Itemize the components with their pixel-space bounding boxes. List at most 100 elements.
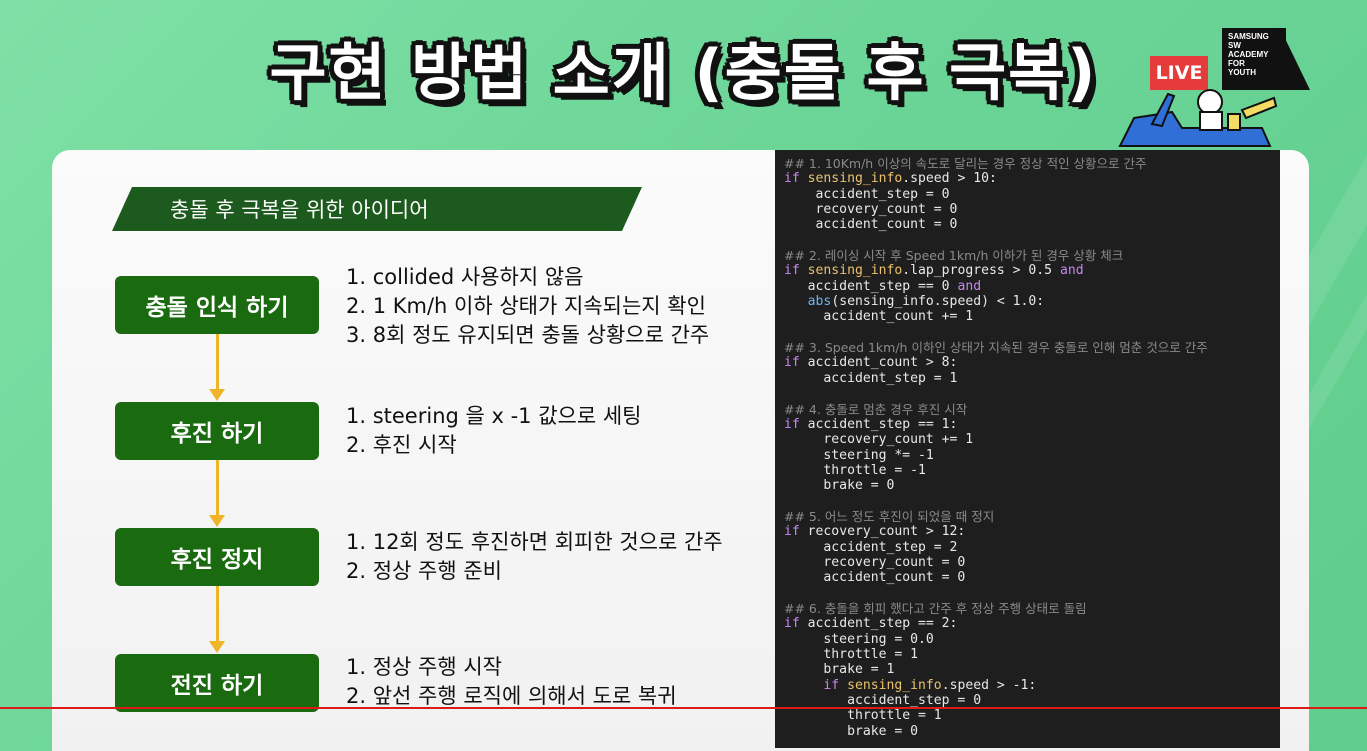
code-token: if	[784, 355, 808, 371]
code-token: throttle = 1	[784, 708, 942, 724]
list-item: 1. collided 사용하지 않음	[346, 265, 584, 289]
code-line: if accident_step == 2:	[784, 616, 1280, 631]
code-line: recovery_count += 1	[784, 432, 1280, 447]
logo-line: SAMSUNG	[1228, 32, 1269, 41]
code-comment: ## 2. 레이싱 시작 후 Speed 1km/h 이하가 된 경우 상황 체…	[784, 248, 1124, 264]
code-line: steering *= -1	[784, 448, 1280, 463]
logo-line: ACADEMY	[1228, 50, 1269, 59]
code-token: recovery_count > 12:	[807, 524, 966, 540]
samsung-academy-logo: SAMSUNG SW ACADEMY FOR YOUTH	[1222, 28, 1286, 90]
code-line: if accident_count > 8:	[784, 355, 1280, 370]
code-line: accident_step == 0 and	[784, 279, 1280, 294]
code-line: brake = 0	[784, 724, 1280, 739]
code-token: accident_count = 0	[784, 570, 966, 586]
step-reverse: 후진 하기	[115, 402, 319, 460]
code-token: .speed > 10:	[902, 171, 997, 187]
code-token: recovery_count += 1	[784, 432, 974, 448]
code-token: steering = 0.0	[784, 631, 934, 647]
flow-arrow	[216, 586, 219, 642]
code-line: accident_count += 1	[784, 309, 1280, 324]
code-token: if	[784, 171, 808, 187]
code-token: throttle = 1	[784, 647, 919, 662]
step-reverse-stop: 후진 정지	[115, 528, 319, 586]
kart-mascot-icon	[1118, 89, 1278, 147]
list-item: 1. steering 을 x -1 값으로 세팅	[346, 404, 642, 428]
code-comment: ## 6. 충돌을 회피 했다고 간주 후 정상 주행 상태로 돌림	[784, 600, 1087, 616]
code-token: accident_step == 0	[784, 278, 958, 294]
code-line: ## 2. 레이싱 시작 후 Speed 1km/h 이하가 된 경우 상황 체…	[784, 248, 1280, 263]
code-token: brake = 1	[784, 662, 895, 678]
list-item: 3. 8회 정도 유지되면 충돌 상황으로 간주	[346, 323, 710, 347]
code-line: brake = 0	[784, 478, 1280, 493]
code-line: accident_step = 1	[784, 371, 1280, 386]
logo-line: FOR	[1228, 59, 1245, 68]
code-comment: ## 5. 어느 정도 후진이 되었을 때 정지	[784, 508, 995, 524]
code-token: brake = 0	[784, 723, 919, 739]
code-token: accident_step = 1	[784, 370, 958, 386]
flow-arrowhead	[209, 515, 225, 527]
code-token: throttle = -1	[784, 462, 926, 478]
code-line: steering = 0.0	[784, 632, 1280, 647]
code-block: ## 1. 10Km/h 이상의 속도로 달리는 경우 정상 적인 상황으로 간…	[775, 150, 1280, 748]
code-line: if sensing_info.speed > 10:	[784, 171, 1280, 186]
code-token: steering *= -1	[784, 447, 934, 463]
code-line: ## 1. 10Km/h 이상의 속도로 달리는 경우 정상 적인 상황으로 간…	[784, 156, 1280, 171]
ideas-banner: 충돌 후 극복을 위한 아이디어	[112, 187, 642, 231]
code-token: and	[1059, 263, 1084, 279]
code-token: recovery_count = 0	[784, 554, 966, 570]
logo-line: SW	[1228, 41, 1241, 50]
code-token: if	[784, 616, 808, 632]
code-token: recovery_count = 0	[784, 202, 958, 218]
code-token: and	[957, 278, 982, 294]
list-item: 1. 12회 정도 후진하면 회피한 것으로 간주	[346, 530, 723, 554]
code-line: accident_step = 2	[784, 540, 1280, 555]
step-reverse-stop-desc: 1. 12회 정도 후진하면 회피한 것으로 간주 2. 정상 주행 준비	[346, 528, 723, 586]
code-token: .speed > -1:	[941, 677, 1037, 693]
code-line: recovery_count = 0	[784, 555, 1280, 570]
step-forward-desc: 1. 정상 주행 시작 2. 앞선 주행 로직에 의해서 도로 복귀	[346, 653, 677, 711]
code-token: accident_count > 8:	[807, 355, 958, 371]
step-collision-detect-desc: 1. collided 사용하지 않음 2. 1 Km/h 이하 상태가 지속되…	[346, 263, 709, 350]
code-token: accident_step == 2:	[807, 616, 958, 632]
flow-arrow	[216, 334, 219, 390]
list-item: 2. 후진 시작	[346, 433, 457, 457]
code-token: accident_count = 0	[784, 217, 958, 233]
code-token: accident_step = 2	[784, 539, 958, 555]
live-badge: LIVE	[1150, 56, 1208, 90]
code-line: if sensing_info.lap_progress > 0.5 and	[784, 263, 1280, 278]
code-line: accident_step = 0	[784, 187, 1280, 202]
code-token: if	[784, 524, 808, 540]
step-reverse-desc: 1. steering 을 x -1 값으로 세팅 2. 후진 시작	[346, 402, 642, 460]
code-line: throttle = 1	[784, 647, 1280, 662]
step-collision-detect: 충돌 인식 하기	[115, 276, 319, 334]
list-item: 1. 정상 주행 시작	[346, 655, 502, 679]
code-token: abs	[807, 294, 832, 310]
code-token: .lap_progress > 0.5	[902, 263, 1060, 279]
logo-line: YOUTH	[1228, 68, 1256, 77]
code-token: if	[784, 416, 808, 432]
code-line: throttle = -1	[784, 463, 1280, 478]
code-token: sensing_info	[807, 171, 903, 187]
code-comment: ## 1. 10Km/h 이상의 속도로 달리는 경우 정상 적인 상황으로 간…	[784, 156, 1147, 171]
list-item: 2. 1 Km/h 이하 상태가 지속되는지 확인	[346, 294, 706, 318]
code-line: accident_count = 0	[784, 570, 1280, 585]
code-line: if accident_step == 1:	[784, 417, 1280, 432]
code-token: accident_step = 0	[784, 693, 982, 709]
code-line: recovery_count = 0	[784, 202, 1280, 217]
code-line: brake = 1	[784, 662, 1280, 677]
code-comment: ## 4. 충돌로 멈춘 경우 후진 시작	[784, 401, 968, 417]
flow-arrowhead	[209, 641, 225, 653]
video-progress-bar[interactable]	[0, 707, 1367, 709]
code-line: ## 3. Speed 1km/h 이하인 상태가 지속된 경우 충돌로 인해 …	[784, 340, 1280, 355]
code-line: if sensing_info.speed > -1:	[784, 678, 1280, 693]
flow-arrow	[216, 460, 219, 516]
code-token: accident_step = 0	[784, 186, 950, 202]
list-item: 2. 정상 주행 준비	[346, 559, 502, 583]
code-line: abs(sensing_info.speed) < 1.0:	[784, 294, 1280, 309]
